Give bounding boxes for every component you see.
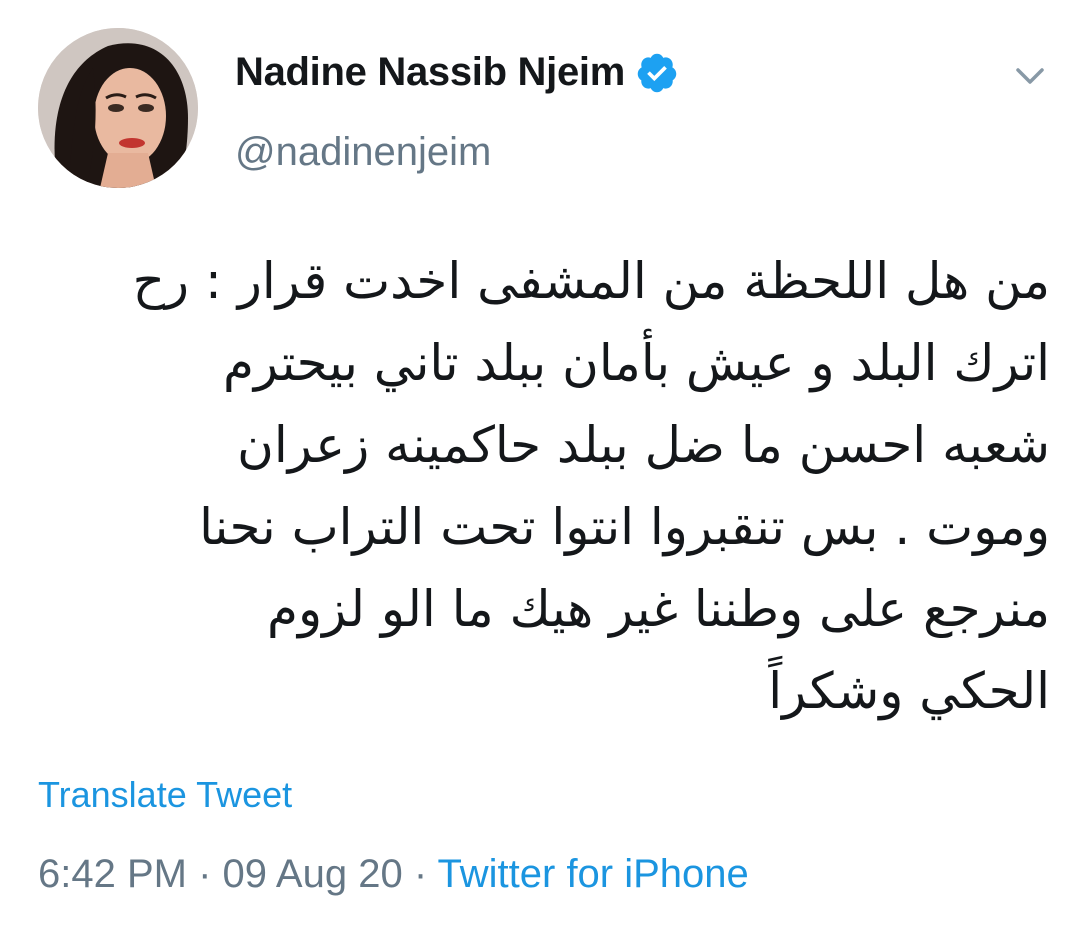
tweet-text-line: الحكي وشكراً xyxy=(768,662,1050,720)
tweet-text-line: شعبه احسن ما ضل ببلد حاكمينه زعران xyxy=(237,416,1050,474)
author-name[interactable]: Nadine Nassib Njeim xyxy=(235,50,679,95)
meta-separator: · xyxy=(186,852,223,896)
author-name-text[interactable]: Nadine Nassib Njeim xyxy=(235,50,625,95)
chevron-down-icon[interactable] xyxy=(1008,58,1052,94)
avatar[interactable] xyxy=(38,28,198,188)
meta-separator: · xyxy=(402,852,438,896)
tweet-date[interactable]: 09 Aug 20 xyxy=(223,852,403,896)
tweet-meta: 6:42 PM · 09 Aug 20 · Twitter for iPhone xyxy=(38,852,749,897)
tweet-text: من هل اللحظة من المشفى اخدت قرار : رح ات… xyxy=(40,240,1050,732)
avatar-image xyxy=(38,28,198,188)
verified-badge-icon xyxy=(637,53,677,92)
tweet-text-line: منرجع على وطننا غير هيك ما الو لزوم xyxy=(267,580,1050,638)
tweet-time[interactable]: 6:42 PM xyxy=(38,852,187,896)
tweet-text-line: من هل اللحظة من المشفى اخدت قرار : رح xyxy=(132,252,1050,310)
translate-tweet-link[interactable]: Translate Tweet xyxy=(38,774,292,816)
tweet-text-line: اترك البلد و عيش بأمان ببلد تاني بيحترم xyxy=(222,334,1050,392)
tweet-source-link[interactable]: Twitter for iPhone xyxy=(438,852,749,896)
tweet-card: Nadine Nassib Njeim @nadinenjeim من هل ا… xyxy=(0,0,1066,938)
tweet-text-line: وموت . بس تنقبروا انتوا تحت التراب نحنا xyxy=(199,498,1050,556)
author-handle[interactable]: @nadinenjeim xyxy=(235,130,491,175)
